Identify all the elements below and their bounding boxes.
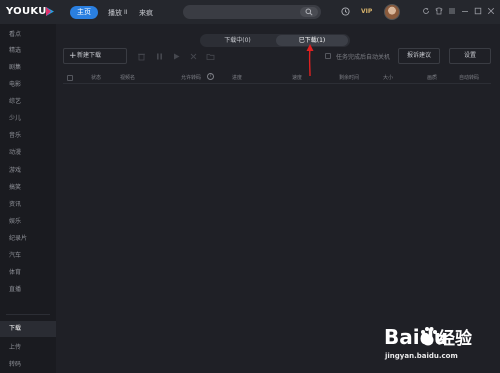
maximize-icon[interactable] [474,7,482,15]
watermark-url: jingyan.baidu.com [385,352,458,360]
skin-icon[interactable] [435,7,443,15]
delete-icon[interactable] [137,52,146,61]
sidebar-item-jilupian[interactable]: 纪录片 [0,231,56,247]
col-video-name[interactable]: 视频名 [120,74,135,81]
sidebar: 看点 精选 剧集 电影 综艺 少儿 音乐 动漫 游戏 搞笑 资讯 娱乐 纪录片 … [0,24,56,373]
select-all-checkbox[interactable] [67,75,73,81]
nav-play[interactable]: 播放 [108,8,122,18]
col-remaining-time[interactable]: 剩余时间 [339,74,359,81]
history-icon[interactable] [341,7,350,16]
tab-downloading[interactable]: 下载中(0) [200,34,275,47]
sidebar-item-shaoer[interactable]: 少儿 [0,111,56,127]
col-status[interactable]: 状态 [91,74,101,81]
col-size[interactable]: 大小 [383,74,393,81]
new-download-button[interactable]: + 新建下载 [63,48,127,64]
sidebar-item-qiche[interactable]: 汽车 [0,248,56,264]
sidebar-item-kandian[interactable]: 看点 [0,27,56,43]
sidebar-item-juji[interactable]: 剧集 [0,60,56,76]
nav-home[interactable]: 主页 [70,6,98,19]
sidebar-item-zixun[interactable]: 资讯 [0,197,56,213]
new-download-label: 新建下载 [77,52,102,59]
col-quality[interactable]: 画质 [427,74,437,81]
baidu-jingyan-watermark: Baidu 经验 [384,325,473,349]
sidebar-divider [6,314,50,315]
avatar[interactable] [384,4,400,20]
sidebar-item-tiyu[interactable]: 体育 [0,265,56,281]
help-icon[interactable]: ? [207,73,214,80]
youku-logo[interactable]: YOUKU [6,6,47,17]
sidebar-item-yule[interactable]: 娱乐 [0,214,56,230]
start-all-icon[interactable] [172,52,181,61]
pause-icon: II [124,9,128,16]
search-input[interactable] [183,5,321,19]
pause-all-icon[interactable] [155,52,164,61]
sidebar-item-youxi[interactable]: 游戏 [0,163,56,179]
search-button[interactable] [300,7,318,17]
settings-button[interactable]: 设置 [449,48,491,64]
plus-icon: + [69,51,77,61]
cancel-icon[interactable] [189,52,198,61]
table-header: 状态 视频名 允许转码 ? 进度 速度 剩余时间 大小 画质 自动转码 [63,72,491,84]
auto-shutdown-checkbox[interactable] [325,53,331,59]
sidebar-item-upload[interactable]: 上传 [0,340,56,356]
sidebar-item-gaoxiao[interactable]: 搞笑 [0,180,56,196]
vip-badge[interactable]: VIP [361,8,372,15]
download-tabs: 下载中(0) 已下载(1) [200,34,350,47]
nav-laifeng[interactable]: 来疯 [139,8,153,18]
col-auto-transcode[interactable]: 自动转码 [459,74,479,81]
sidebar-item-dongman[interactable]: 动漫 [0,145,56,161]
sidebar-item-download[interactable]: 下载 [0,321,56,337]
minimize-icon[interactable] [461,7,469,15]
watermark-jingyan-text: 经验 [438,328,473,349]
close-icon[interactable] [487,7,495,15]
sidebar-item-dianying[interactable]: 电影 [0,77,56,93]
top-bar: YOUKU 主页 播放 II 来疯 VIP [0,0,500,24]
sidebar-item-zhibo[interactable]: 直播 [0,282,56,298]
auto-shutdown-label: 任务完成后自动关机 [336,54,391,61]
youku-play-icon [46,7,54,16]
sidebar-item-yinyue[interactable]: 音乐 [0,128,56,144]
sidebar-item-zongyi[interactable]: 综艺 [0,94,56,110]
folder-icon[interactable] [206,52,215,61]
sidebar-item-jingxuan[interactable]: 精选 [0,43,56,59]
col-progress[interactable]: 进度 [232,74,242,81]
menu-icon[interactable] [448,7,456,15]
col-allow-transcode[interactable]: 允许转码 [181,74,201,81]
annotation-arrow [306,44,314,77]
refresh-icon[interactable] [422,7,430,15]
search-icon [305,8,313,16]
sidebar-item-transcode[interactable]: 转码 [0,357,56,373]
feedback-button[interactable]: 报诉建议 [398,48,440,64]
